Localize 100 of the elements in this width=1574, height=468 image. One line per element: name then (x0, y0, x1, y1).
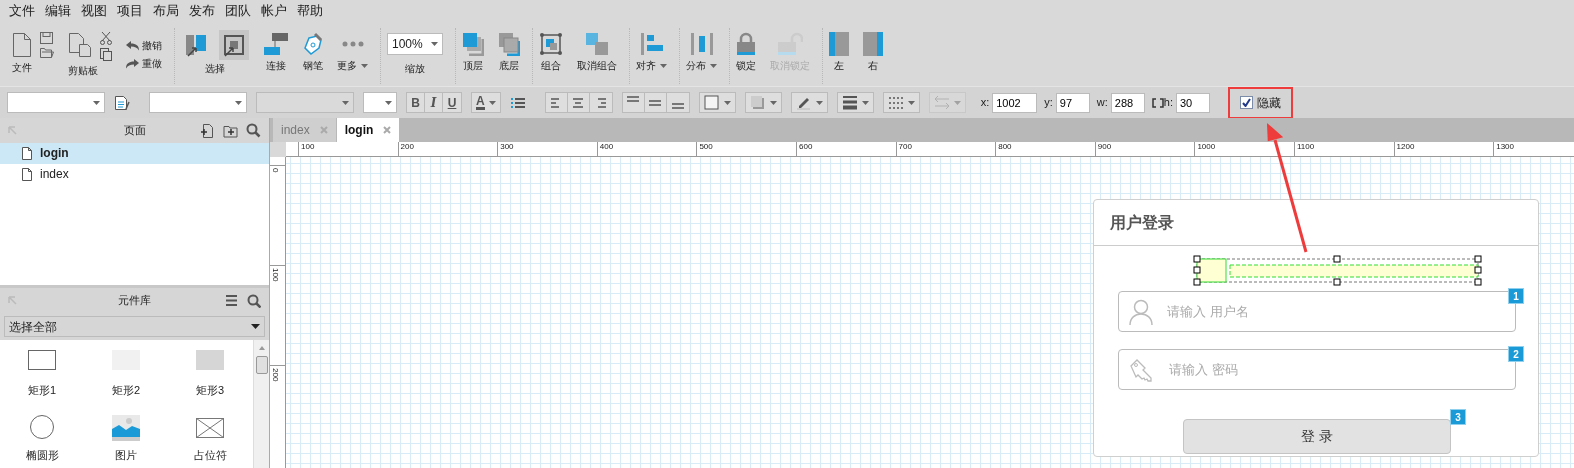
distribute-button[interactable]: 分布 (686, 32, 717, 72)
panel-title: 页面 (123, 123, 146, 139)
image-icon (112, 415, 140, 441)
caret-icon (385, 100, 392, 105)
undo-button[interactable]: 撤销 (126, 38, 162, 53)
library-widget[interactable]: 矩形1 (0, 350, 84, 403)
number-badge: 3 (1450, 409, 1466, 425)
menu-item[interactable]: 布局 (148, 0, 184, 22)
line-style-icon (887, 95, 904, 110)
connector-button[interactable]: 连接 (263, 32, 289, 72)
menu-item[interactable]: 项目 (112, 0, 148, 22)
page-item[interactable]: login (0, 142, 269, 164)
search-button[interactable] (246, 122, 261, 138)
add-page-icon (200, 122, 215, 138)
panel-title: 元件库 (118, 293, 151, 309)
clipboard-button[interactable]: 剪贴板 (68, 32, 112, 77)
document-tab[interactable]: login (336, 118, 400, 142)
align-center-button[interactable] (567, 93, 590, 112)
login-button[interactable]: 登 录 (1183, 419, 1451, 454)
ungroup-button[interactable]: 取消组合 (577, 32, 617, 72)
select-mode-button[interactable] (219, 30, 249, 60)
select-tool-icon (223, 33, 245, 57)
italic-button[interactable]: I (425, 93, 443, 112)
font-color-dropdown[interactable]: A (471, 92, 501, 113)
undo-icon (126, 40, 139, 51)
scroll-thumb[interactable] (256, 356, 268, 374)
hidden-checkbox[interactable] (1240, 96, 1253, 109)
caret-icon (93, 100, 100, 105)
search-button[interactable] (247, 293, 261, 308)
send-back-button[interactable]: 底层 (498, 32, 520, 72)
style-edit-button[interactable] (114, 94, 130, 111)
library-widget[interactable]: 占位符 (168, 415, 252, 468)
menu-item[interactable]: 视图 (76, 0, 112, 22)
underline-button[interactable]: U (443, 93, 461, 112)
scissors-icon (100, 32, 112, 45)
dropdown-field[interactable] (149, 92, 247, 113)
menu-item[interactable]: 编辑 (40, 0, 76, 22)
bring-front-button[interactable]: 顶层 (462, 32, 484, 72)
dock-right-button[interactable]: 右 (863, 32, 883, 72)
file-button[interactable]: 文件 (12, 32, 54, 74)
collapse-icon (8, 125, 17, 135)
valign-bottom-button[interactable] (666, 93, 689, 112)
library-widget[interactable]: 矩形3 (168, 350, 252, 403)
pen-button[interactable]: 钢笔 (303, 32, 323, 72)
bullet-list-button[interactable] (509, 95, 526, 110)
fill-color-icon (703, 95, 720, 110)
bold-button[interactable]: B (407, 93, 425, 112)
copy-icon (68, 32, 92, 58)
page-item[interactable]: index (0, 163, 269, 185)
close-icon (319, 126, 328, 134)
library-widget[interactable]: 椭圆形 (0, 415, 84, 468)
library-widget[interactable]: 矩形2 (84, 350, 168, 403)
menu-item[interactable]: 发布 (184, 0, 220, 22)
align-left-button[interactable] (545, 93, 568, 112)
line-color-dropdown[interactable] (790, 92, 828, 113)
menu-item[interactable]: 团队 (220, 0, 256, 22)
line-style-dropdown[interactable] (882, 92, 920, 113)
menu-button[interactable] (225, 293, 239, 308)
group-button[interactable]: 组合 (539, 32, 563, 72)
check-icon (1242, 98, 1251, 107)
scrollbar[interactable] (253, 340, 269, 468)
caret-icon (235, 100, 242, 105)
caret-icon (488, 100, 496, 105)
dock-left-button[interactable]: 左 (829, 32, 849, 72)
align-left-icon (639, 32, 664, 56)
redo-icon (126, 58, 139, 69)
menu-item[interactable]: 帐户 (256, 0, 292, 22)
search-icon (247, 293, 261, 308)
pencil-icon (795, 95, 812, 110)
position-field[interactable]: 1002 (992, 92, 1038, 113)
card-title: 用户登录 (1110, 212, 1174, 233)
zoom-select[interactable]: 100% (387, 33, 443, 55)
ungroup-icon (585, 32, 609, 56)
scroll-up-icon (258, 346, 265, 350)
dropdown-field[interactable] (363, 92, 397, 113)
valign-middle-button[interactable] (644, 93, 667, 112)
dropdown-field[interactable] (7, 92, 105, 113)
line-width-dropdown[interactable] (836, 92, 874, 113)
redo-button[interactable]: 重做 (126, 56, 162, 71)
library-filter-dropdown[interactable]: 选择全部 (4, 316, 265, 337)
fill-dropdown[interactable] (698, 92, 736, 113)
caret-icon (815, 100, 823, 105)
caret-icon (342, 100, 349, 105)
position-field[interactable]: 288 (1110, 92, 1145, 113)
checkbox-label: 隐藏 (1257, 94, 1281, 112)
position-field[interactable]: 30 (1176, 92, 1210, 113)
document-icon (12, 32, 32, 58)
align-button[interactable]: 对齐 (636, 32, 667, 72)
menu-item[interactable]: 文件 (4, 0, 40, 22)
align-right-button[interactable] (589, 93, 612, 112)
add-page-button[interactable] (200, 122, 215, 138)
library-widget[interactable]: 图片 (84, 415, 168, 468)
valign-top-button[interactable] (622, 93, 645, 112)
save-icon (40, 32, 53, 44)
menu-item[interactable]: 帮助 (292, 0, 328, 22)
more-button[interactable]: 更多 (337, 32, 368, 72)
page-icon (22, 167, 32, 181)
lock-button[interactable]: 锁定 (736, 32, 756, 72)
position-field[interactable]: 97 (1055, 92, 1090, 113)
shadow-dropdown[interactable] (744, 92, 782, 113)
